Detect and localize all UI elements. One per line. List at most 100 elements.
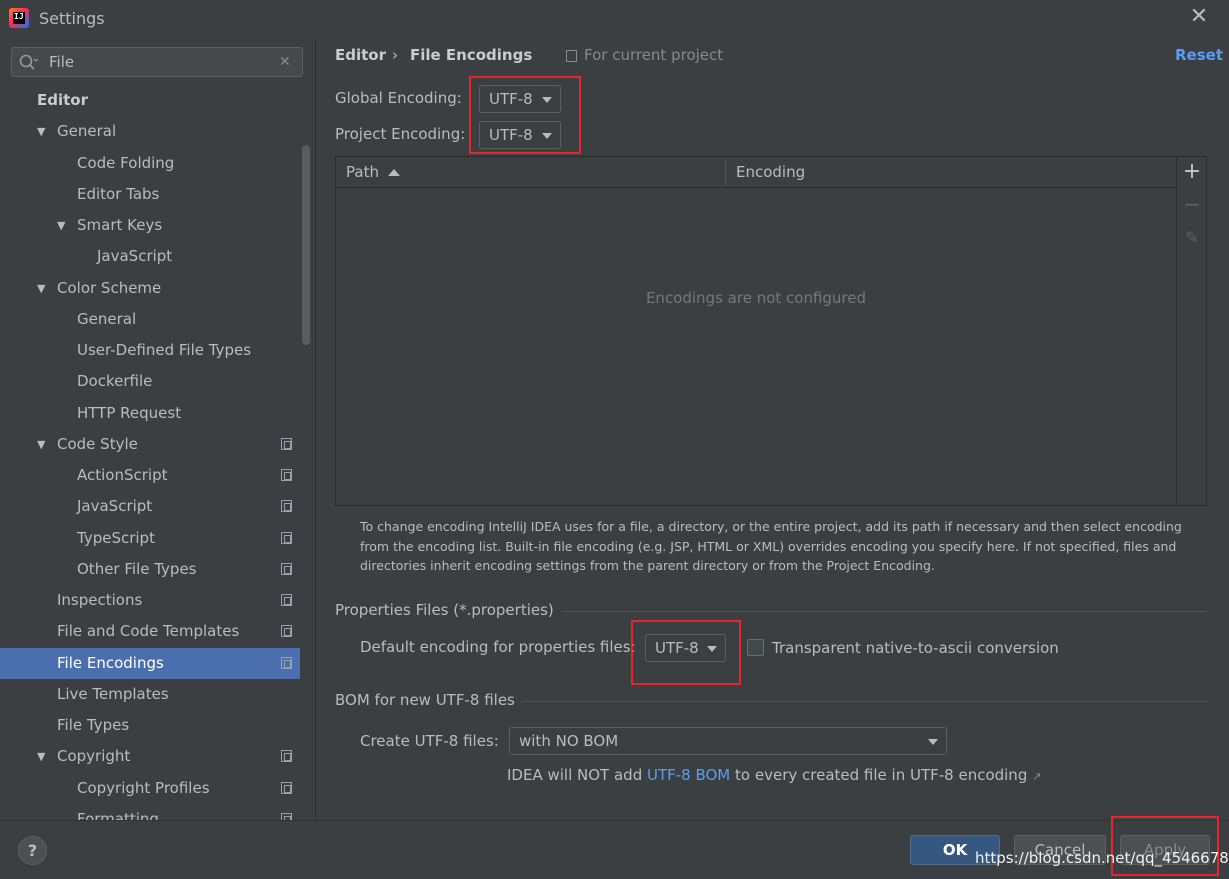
project-encoding-label: Project Encoding: [335, 125, 466, 143]
expand-arrow-icon[interactable]: ▼ [37, 741, 45, 772]
bom-section-title: BOM for new UTF-8 files [335, 691, 515, 709]
tree-item-label: Color Scheme [57, 278, 162, 297]
edit-pencil-icon[interactable]: ✎ [1182, 227, 1202, 249]
expand-arrow-icon[interactable]: ▼ [57, 210, 65, 241]
project-scope-icon [281, 656, 292, 669]
create-utf8-label: Create UTF-8 files: [360, 732, 499, 750]
project-scope-icon [281, 812, 292, 820]
tree-item-label: Copyright [57, 747, 131, 766]
tree-item[interactable]: ▼ Smart Keys [0, 210, 300, 241]
external-link-icon: ↗ [1032, 770, 1042, 783]
tree-item-label: File Encodings [57, 653, 164, 672]
expand-arrow-icon[interactable]: ▼ [37, 116, 45, 147]
tree-item[interactable]: HTTP Request [0, 398, 300, 429]
tree-item-label: Formatting [77, 809, 159, 820]
tree-item-label: ActionScript [77, 466, 168, 484]
tree-item[interactable]: ▼ General [0, 116, 300, 147]
project-scope-icon [566, 50, 577, 62]
tree-item[interactable]: ▼ Color Scheme [0, 273, 300, 304]
highlight-box-properties [631, 620, 741, 685]
tree-item[interactable]: TypeScript [0, 523, 300, 554]
expand-arrow-icon[interactable]: ▼ [37, 429, 45, 460]
help-button[interactable]: ? [18, 836, 47, 865]
intellij-logo-icon: IJ [9, 8, 29, 28]
tree-item[interactable]: File Encodings [0, 647, 300, 679]
breadcrumb-editor: Editor [335, 46, 386, 64]
table-empty-text: Encodings are not configured [645, 289, 867, 307]
tree-item[interactable]: ActionScript [0, 460, 300, 491]
panel-divider[interactable] [315, 38, 316, 820]
project-scope-icon [281, 750, 292, 763]
tree-item[interactable]: User-Defined File Types [0, 335, 300, 366]
default-properties-encoding-label: Default encoding for properties files: [360, 638, 636, 656]
tree-item-label: General [57, 122, 117, 141]
scope-label: For current project [584, 46, 724, 64]
tree-item[interactable]: Inspections [0, 585, 300, 616]
sort-ascending-icon [388, 169, 400, 176]
remove-icon[interactable]: − [1182, 193, 1202, 215]
breadcrumb-separator: › [392, 46, 398, 64]
transparent-conversion-label[interactable]: Transparent native-to-ascii conversion [772, 639, 1059, 657]
column-divider[interactable] [725, 160, 726, 186]
expand-arrow-icon[interactable]: ▼ [37, 273, 45, 304]
window-title: Settings [39, 9, 105, 28]
project-scope-icon [281, 437, 292, 450]
tree-item-label: Dockerfile [77, 372, 153, 391]
section-divider [562, 611, 1207, 612]
project-scope-icon [281, 625, 292, 638]
tree-item[interactable]: JavaScript [0, 491, 300, 522]
search-input[interactable] [49, 52, 269, 72]
tree-item[interactable]: ▼ Copyright [0, 741, 300, 772]
add-icon[interactable]: + [1182, 161, 1202, 183]
tree-item-label: General [77, 309, 137, 328]
title-bar [0, 0, 1229, 38]
tree-item[interactable]: Code Folding [0, 148, 300, 179]
tree-item-label: HTTP Request [77, 403, 182, 422]
tree-item-label: User-Defined File Types [77, 341, 252, 359]
tree-item[interactable]: File and Code Templates [0, 616, 300, 647]
chevron-down-icon [928, 739, 938, 745]
sidebar-scrollbar[interactable] [302, 145, 310, 345]
tree-item-label: File and Code Templates [57, 622, 240, 641]
close-icon[interactable]: ✕ [1188, 6, 1210, 28]
project-scope-icon [281, 562, 292, 575]
project-scope-icon [281, 594, 292, 606]
tree-item[interactable]: Editor Tabs [0, 179, 300, 210]
tree-item-label: Code Folding [77, 153, 175, 172]
project-scope-icon [281, 531, 292, 544]
tree-item[interactable]: Live Templates [0, 679, 300, 710]
highlight-box-encodings [469, 76, 581, 154]
bom-select-value: with NO BOM [519, 732, 619, 750]
tree-item-label: Other File Types [77, 559, 197, 578]
tree-item[interactable]: Copyright Profiles [0, 773, 300, 804]
clear-search-icon[interactable]: ✕ [279, 54, 291, 70]
tree-item[interactable]: Dockerfile [0, 366, 300, 397]
tree-item[interactable]: Formatting [0, 804, 300, 820]
settings-tree: Editor ▼ General Code Folding Editor Tabs ▼ Sm… [0, 85, 300, 820]
tree-item-label: TypeScript [77, 528, 155, 547]
tree-item[interactable]: General [0, 304, 300, 335]
utf8-bom-link[interactable]: UTF-8 BOM [647, 766, 730, 784]
section-divider [522, 701, 1207, 702]
tree-item[interactable]: JavaScript [0, 241, 300, 272]
project-scope-icon [281, 469, 292, 481]
properties-section-title: Properties Files (*.properties) [335, 601, 554, 619]
project-scope-icon [281, 500, 292, 513]
tree-item-label: Editor Tabs [77, 184, 160, 203]
tree-item[interactable]: Other File Types [0, 554, 300, 585]
bom-note-suffix: to every created file in UTF-8 encoding [730, 766, 1028, 784]
bom-select[interactable]: with NO BOM [509, 727, 947, 755]
tree-item-label: File Types [57, 716, 130, 734]
tree-item[interactable]: Editor [0, 85, 300, 116]
transparent-conversion-checkbox[interactable] [747, 639, 764, 656]
reset-link[interactable]: Reset [1175, 46, 1223, 64]
bom-note-prefix: IDEA will NOT add [507, 766, 647, 784]
search-icon [19, 54, 39, 70]
project-scope-icon [281, 781, 292, 794]
tree-item-label: Inspections [57, 591, 143, 609]
tree-item[interactable]: File Types [0, 710, 300, 741]
tree-item-label: Live Templates [57, 684, 169, 703]
column-header-encoding[interactable]: Encoding [736, 163, 805, 181]
column-header-path[interactable]: Path [346, 163, 379, 181]
tree-item[interactable]: ▼ Code Style [0, 429, 300, 460]
